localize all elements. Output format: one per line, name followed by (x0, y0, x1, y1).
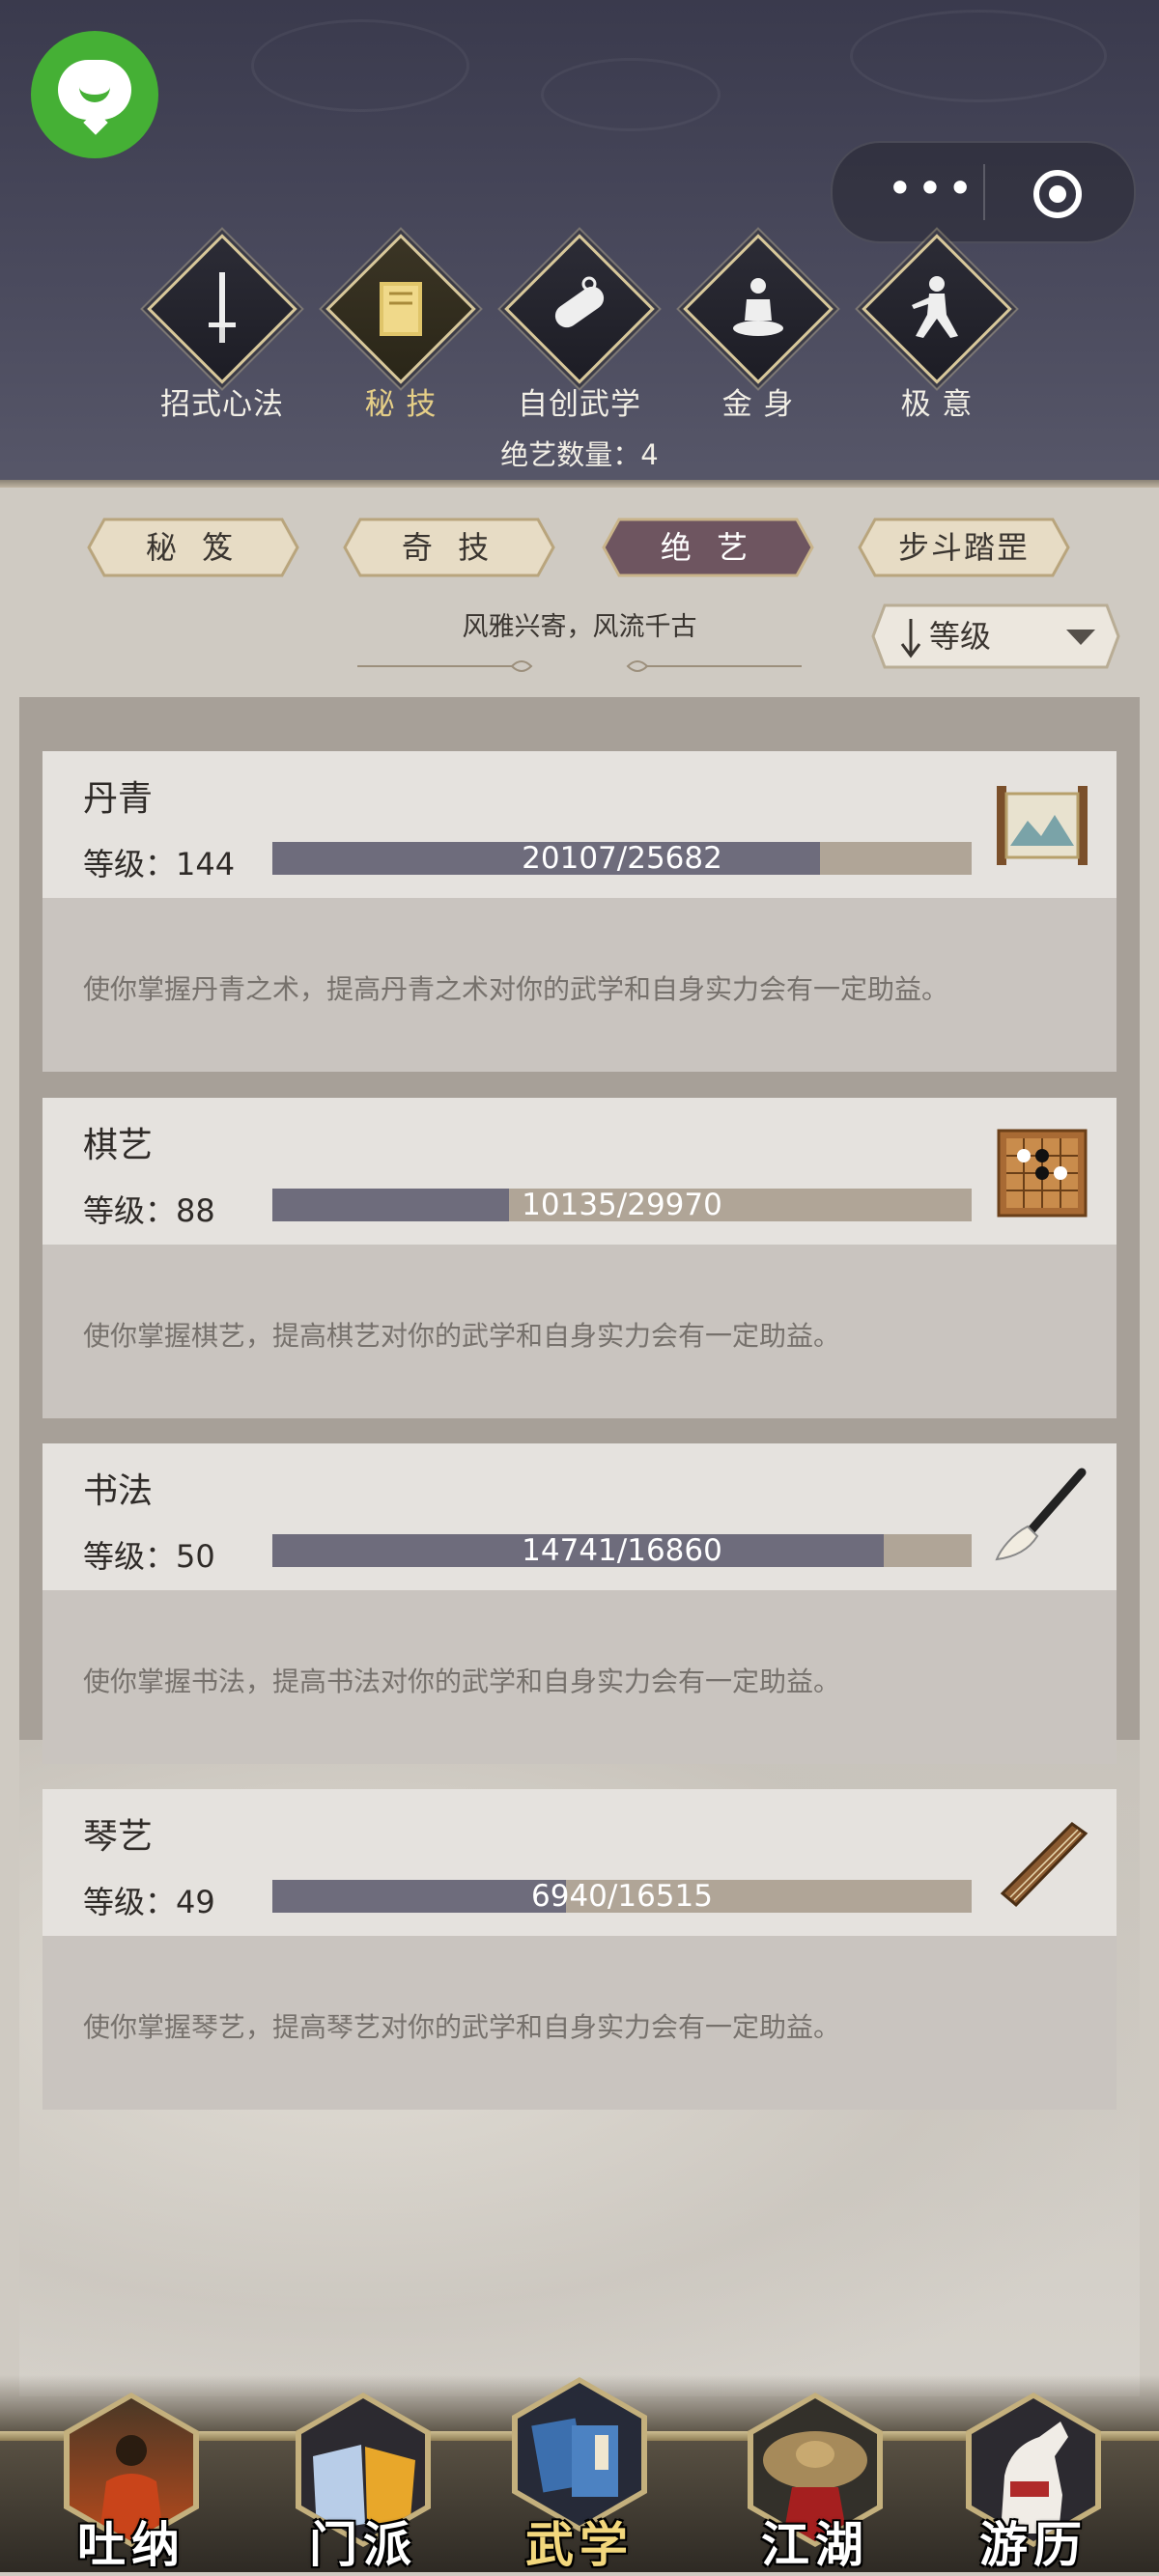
sort-dropdown[interactable]: 等级 (871, 603, 1120, 669)
category-miji[interactable]: 秘 技 (324, 234, 478, 423)
martial-stance-icon (887, 259, 987, 359)
meditation-icon (708, 259, 808, 359)
book-icon (351, 259, 451, 359)
skill-description: 使你掌握书法，提高书法对你的武学和自身实力会有一定助益。 (83, 1666, 841, 1697)
scroll-icon (529, 259, 630, 359)
category-jinshen[interactable]: 金 身 (681, 234, 835, 423)
nav-label: 门派 (309, 2517, 417, 2573)
skill-card-danqing[interactable]: 丹青 等级：144 20107/25682 使你掌握丹青之术，提高丹青之术对你的… (42, 751, 1117, 1072)
tab-budou[interactable]: 步斗踏罡 (858, 518, 1070, 577)
category-label: 自创武学 (518, 387, 641, 422)
nav-jianghu[interactable]: 江湖 (709, 2375, 921, 2573)
nav-youli[interactable]: 游历 (927, 2375, 1140, 2573)
cloud-pattern (251, 19, 469, 112)
skill-level: 等级：88 (83, 1192, 215, 1229)
nav-tuna[interactable]: 吐纳 (25, 2375, 238, 2573)
category-jiyi[interactable]: 极 意 (860, 234, 1014, 423)
progress-text: 20107/25682 (522, 841, 722, 876)
progress-text: 14741/16860 (522, 1533, 722, 1568)
skill-progress-bar: 10135/29970 (272, 1189, 972, 1221)
skill-progress-bar: 20107/25682 (272, 842, 972, 875)
skill-card-qinyi[interactable]: 琴艺 等级：49 6940/16515 使你掌握琴艺，提高琴艺对你的武学和自身实… (42, 1789, 1117, 2110)
calligraphy-brush-icon (989, 1465, 1095, 1571)
progress-text: 10135/29970 (522, 1188, 722, 1222)
capsule-divider (983, 164, 985, 220)
tab-jueyi[interactable]: 绝 艺 (602, 518, 814, 577)
skill-card-shufa[interactable]: 书法 等级：50 14741/16860 使你掌握书法，提高书法对你的武学和自身… (42, 1443, 1117, 1764)
triangle-down-icon (1066, 630, 1095, 645)
skill-level: 等级：49 (83, 1884, 215, 1920)
progress-text: 6940/16515 (531, 1879, 713, 1914)
skill-level: 等级：144 (83, 846, 236, 882)
guqin-icon (989, 1810, 1095, 1917)
skill-description: 使你掌握丹青之术，提高丹青之术对你的武学和自身实力会有一定助益。 (83, 973, 949, 1005)
sort-label: 等级 (929, 618, 992, 655)
nav-wuxue[interactable]: 武学 (473, 2360, 686, 2573)
category-label: 金 身 (721, 387, 795, 422)
skill-count: 绝艺数量：4 (500, 438, 659, 471)
cloud-pattern (541, 58, 721, 131)
skill-name: 丹青 (83, 779, 154, 819)
nav-label: 吐纳 (77, 2517, 185, 2573)
close-target-icon[interactable] (1033, 170, 1082, 218)
sub-tabs: 秘 笈 奇 技 绝 艺 步斗踏罡 (0, 518, 1159, 585)
category-label: 极 意 (900, 387, 974, 422)
cloud-pattern (850, 10, 1107, 102)
nav-label: 江湖 (761, 2517, 869, 2573)
skill-description: 使你掌握棋艺，提高棋艺对你的武学和自身实力会有一定助益。 (83, 1320, 841, 1352)
tab-miji[interactable]: 秘 笈 (87, 518, 299, 577)
sword-icon (172, 259, 272, 359)
chat-logo-icon[interactable] (31, 31, 158, 158)
decorative-divider (357, 660, 802, 672)
skill-name: 书法 (83, 1471, 154, 1511)
skill-progress-bar: 14741/16860 (272, 1534, 972, 1567)
bottom-navigation: 吐纳 门派 武学 江湖 游历 (0, 2375, 1159, 2573)
skill-name: 棋艺 (83, 1126, 154, 1165)
nav-menpai[interactable]: 门派 (257, 2375, 469, 2573)
nav-label: 游历 (979, 2517, 1088, 2573)
more-icon[interactable]: ••• (879, 166, 985, 210)
skill-card-qiyi[interactable]: 棋艺 等级：88 10135/29970 使你掌握棋艺，提高棋艺对你的武学和自身… (42, 1098, 1117, 1418)
category-zichuang[interactable]: 自创武学 (502, 234, 657, 423)
martial-books-icon (518, 2383, 641, 2526)
category-zhaoshi[interactable]: 招式心法 (145, 234, 299, 423)
arrow-down-icon (900, 619, 921, 658)
category-label: 秘 技 (364, 387, 438, 422)
skill-description: 使你掌握琴艺，提高琴艺对你的武学和自身实力会有一定助益。 (83, 2011, 841, 2043)
skill-level: 等级：50 (83, 1538, 215, 1575)
tab-qiji[interactable]: 奇 技 (343, 518, 555, 577)
skill-progress-bar: 6940/16515 (272, 1880, 972, 1913)
nav-label: 武学 (525, 2517, 634, 2573)
category-label: 招式心法 (160, 387, 284, 422)
painting-scroll-icon (989, 772, 1095, 879)
mini-program-capsule: ••• (831, 141, 1136, 243)
skill-name: 琴艺 (83, 1817, 154, 1857)
go-board-icon (989, 1119, 1095, 1225)
